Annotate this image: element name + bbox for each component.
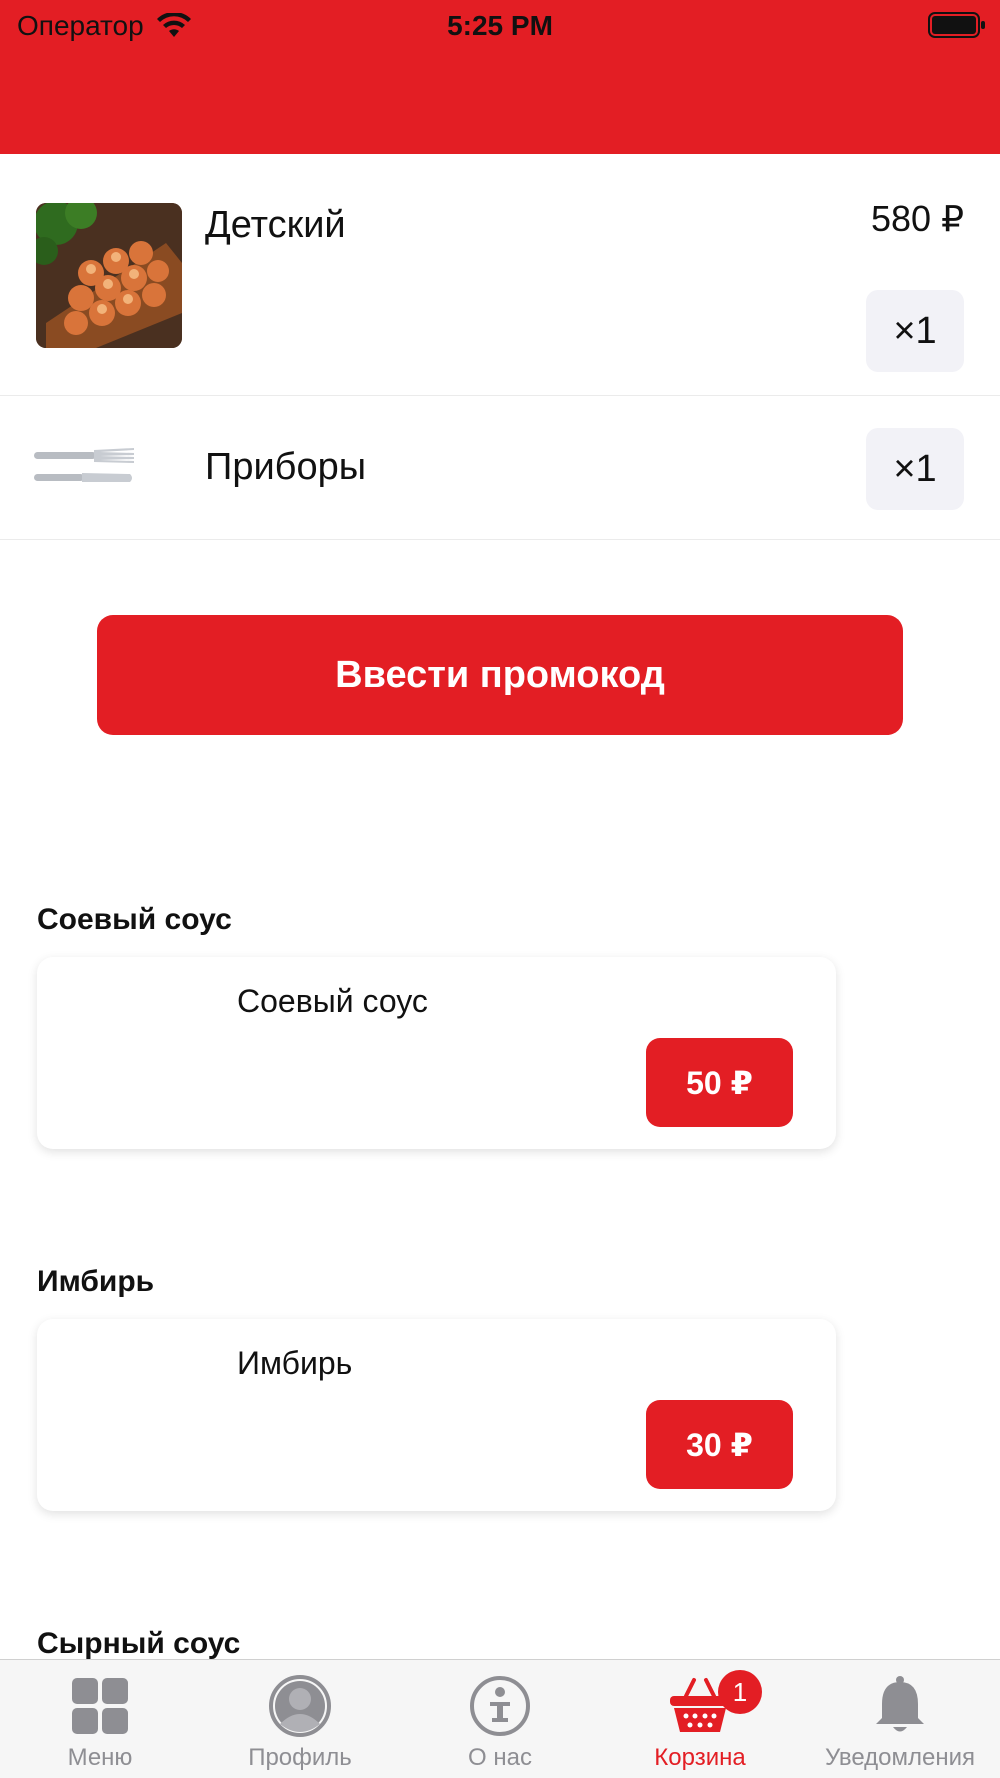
addition-card[interactable]: Имбирь 30 ₽ xyxy=(37,1319,836,1511)
addition-name: Соевый соус xyxy=(237,983,428,1019)
tab-label: Корзина xyxy=(654,1744,746,1771)
section-title: Имбирь xyxy=(37,1265,155,1298)
status-time: 5:25 PM xyxy=(447,10,553,41)
bell-icon xyxy=(876,1676,924,1732)
section-title: Соевый соус xyxy=(37,903,232,936)
add-price-button[interactable]: 30 ₽ xyxy=(646,1400,793,1489)
profile-icon xyxy=(269,1675,331,1737)
cart-count-badge: 1 xyxy=(718,1670,762,1714)
tab-notifications[interactable]: Уведомления xyxy=(800,1660,1000,1778)
tab-label: Меню xyxy=(67,1744,133,1771)
quantity-button[interactable]: ×1 xyxy=(866,290,964,372)
item-name: Приборы xyxy=(205,446,367,488)
info-icon xyxy=(470,1676,530,1736)
battery-icon xyxy=(928,12,985,38)
tab-profile[interactable]: Профиль xyxy=(200,1660,400,1778)
tab-label: Профиль xyxy=(248,1744,352,1771)
grid-icon xyxy=(72,1678,128,1734)
cart-item: Приборы ×1 xyxy=(0,396,1000,540)
tab-bar: Меню Профиль О нас Корзина 1 Уведомления xyxy=(0,1659,1000,1778)
tab-label: О нас xyxy=(468,1744,532,1771)
addition-card[interactable]: Соевый соус 50 ₽ xyxy=(37,957,836,1149)
tab-cart[interactable]: Корзина 1 xyxy=(600,1660,800,1778)
addition-name: Имбирь xyxy=(237,1345,353,1381)
quantity-button[interactable]: ×1 xyxy=(866,428,964,510)
cart-item: Детский 580 ₽ ×1 xyxy=(0,154,1000,396)
tab-label: Уведомления xyxy=(824,1744,976,1771)
promo-code-button[interactable]: Ввести промокод xyxy=(97,615,903,735)
tab-menu[interactable]: Меню xyxy=(0,1660,200,1778)
header-bar: Оператор 5:25 PM xyxy=(0,0,1000,154)
cutlery-icon xyxy=(34,448,134,482)
tab-about[interactable]: О нас xyxy=(400,1660,600,1778)
item-price: 580 ₽ xyxy=(871,198,964,239)
add-price-button[interactable]: 50 ₽ xyxy=(646,1038,793,1127)
item-name: Детский xyxy=(205,204,346,246)
section-title: Сырный соус xyxy=(37,1627,241,1660)
product-image xyxy=(36,203,182,348)
